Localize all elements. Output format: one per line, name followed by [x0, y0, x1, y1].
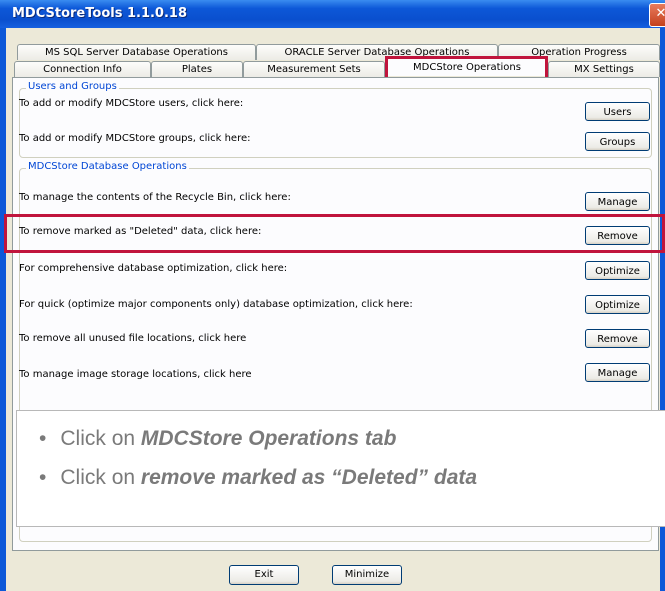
section-title: Users and Groups — [26, 81, 119, 92]
instruction-callout: • Click on MDCStore Operations tab • Click… — [16, 410, 665, 527]
image-storage-row-label: To manage image storage locations, click… — [19, 369, 252, 380]
manage-image-storage-button[interactable]: Manage — [585, 363, 650, 382]
instruction-emphasis: remove marked as “Deleted” data — [140, 466, 478, 489]
bullet-icon: • — [39, 466, 47, 489]
tab-measurement-sets[interactable]: Measurement Sets — [243, 61, 385, 77]
remove-unused-locations-button[interactable]: Remove — [585, 329, 650, 348]
instruction-emphasis: MDCStore Operations tab — [140, 427, 397, 450]
close-icon[interactable]: ✕ — [649, 3, 665, 27]
window-frame-left — [0, 28, 6, 591]
unused-locations-row-label: To remove all unused file locations, cli… — [19, 333, 247, 344]
tab-connection-info[interactable]: Connection Info — [14, 61, 151, 77]
quick-optimize-button[interactable]: Optimize — [585, 295, 650, 314]
exit-button[interactable]: Exit — [229, 565, 299, 585]
full-optimize-row-label: For comprehensive database optimization,… — [19, 263, 288, 274]
users-row-label: To add or modify MDCStore users, click h… — [19, 98, 244, 109]
bullet-icon: • — [39, 427, 47, 450]
tab-plates[interactable]: Plates — [151, 61, 243, 77]
manage-recycle-bin-button[interactable]: Manage — [585, 192, 650, 211]
window-title: MDCStoreTools 1.1.0.18 — [12, 6, 188, 21]
groups-button[interactable]: Groups — [585, 132, 650, 151]
groups-row-label: To add or modify MDCStore groups, click … — [19, 133, 251, 144]
instruction-prefix: Click on — [60, 427, 141, 450]
recycle-bin-row-label: To manage the contents of the Recycle Bi… — [19, 192, 291, 203]
instruction-prefix: Click on — [60, 466, 141, 489]
title-bar[interactable]: MDCStoreTools 1.1.0.18 ✕ — [0, 0, 665, 28]
row-highlight-box — [4, 214, 665, 253]
minimize-button[interactable]: Minimize — [332, 565, 402, 585]
instruction-item-2: • Click on remove marked as “Deleted” dat… — [39, 466, 477, 490]
instruction-item-1: • Click on MDCStore Operations tab — [39, 427, 396, 451]
full-optimize-button[interactable]: Optimize — [585, 261, 650, 280]
section-title: MDCStore Database Operations — [26, 161, 189, 172]
tab-ms-sql-operations[interactable]: MS SQL Server Database Operations — [17, 44, 256, 60]
app-window: MDCStoreTools 1.1.0.18 ✕ MS SQL Server D… — [0, 0, 665, 591]
users-button[interactable]: Users — [585, 102, 650, 121]
quick-optimize-row-label: For quick (optimize major components onl… — [19, 299, 413, 310]
tab-mx-settings[interactable]: MX Settings — [548, 61, 660, 77]
